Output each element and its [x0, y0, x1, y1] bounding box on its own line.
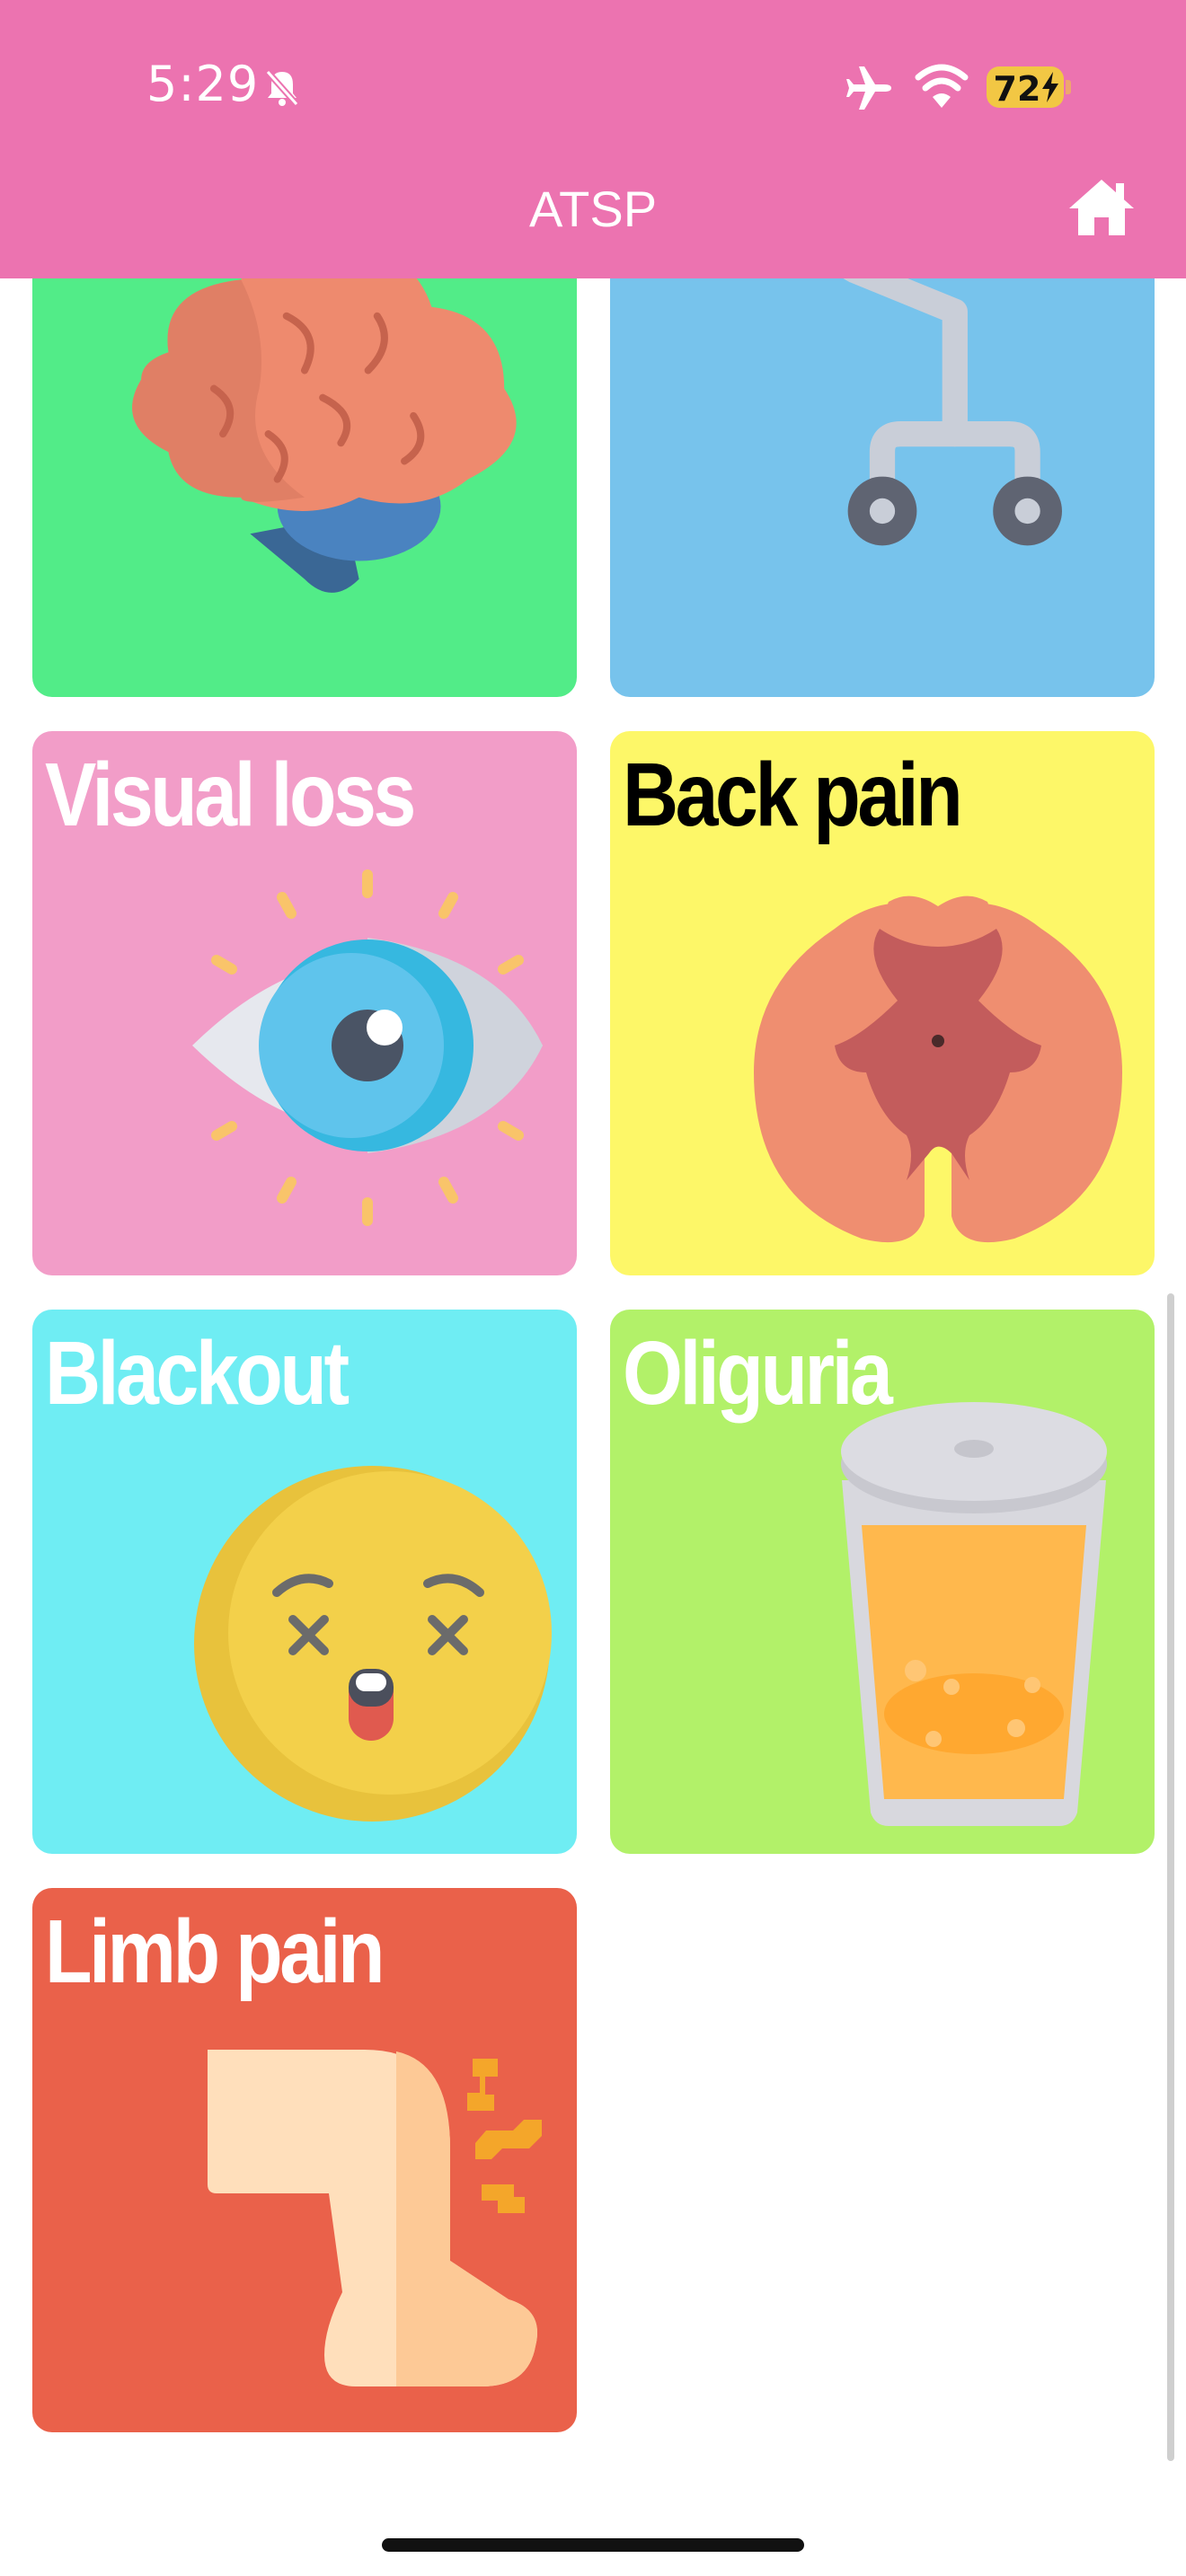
battery-level: 72: [993, 69, 1041, 109]
spinal-cord-icon: [754, 895, 1122, 1243]
bell-slash-icon: [265, 69, 299, 107]
dizzy-face-icon: [194, 1466, 552, 1822]
wifi-icon: [915, 64, 969, 108]
airplane-icon: [846, 66, 891, 110]
app-header: 5:29 72 ATSP: [0, 0, 1186, 278]
status-time: 5:29: [146, 56, 260, 112]
eye-icon: [192, 869, 543, 1226]
status-bar: 5:29 72: [0, 0, 1186, 171]
home-icon[interactable]: [1066, 171, 1137, 243]
tile-visual-loss[interactable]: Visual loss: [32, 731, 577, 1275]
page-title: ATSP: [528, 181, 658, 237]
tile-limb-pain[interactable]: Limb pain: [32, 1888, 577, 2432]
tile-oliguria[interactable]: Oliguria: [610, 1310, 1155, 1854]
tile-blackout[interactable]: Blackout: [32, 1310, 577, 1854]
battery-nub: [1066, 80, 1071, 94]
scroll-indicator[interactable]: [1167, 1293, 1174, 2461]
urine-cup-icon: [841, 1402, 1107, 1826]
symptom-grid: Visual loss Back pain Blackout Oliguria …: [0, 0, 1186, 2576]
leg-pain-icon: [208, 2050, 542, 2386]
home-indicator[interactable]: [382, 2538, 804, 2552]
bolt-icon: [1042, 72, 1058, 102]
tile-back-pain[interactable]: Back pain: [610, 731, 1155, 1275]
